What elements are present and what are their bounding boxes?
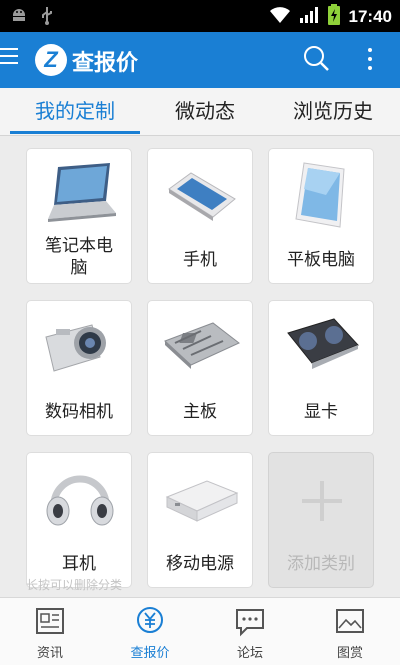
category-label: 数码相机 [45,402,113,422]
tablet-icon [282,159,362,229]
add-category-button[interactable]: 添加类别 [268,452,374,588]
category-card-headphones[interactable]: 耳机 [26,452,132,588]
delete-hint: 长按可以删除分类 [26,578,123,592]
category-label: 耳机 [62,554,96,574]
category-card-power-bank[interactable]: 移动电源 [147,452,253,588]
tab-micro-feed[interactable]: 微动态 [140,88,270,136]
category-card-laptop[interactable]: 笔记本电脑 [26,148,132,284]
battery-charging-icon [327,4,341,30]
nav-label: 资讯 [36,646,63,661]
power-bank-icon [161,463,241,533]
gallery-icon [335,606,365,638]
tab-my-custom[interactable]: 我的定制 [10,88,140,136]
nav-news[interactable]: 资讯 [0,598,100,665]
status-time: 17:40 [348,7,392,26]
menu-icon[interactable] [0,48,22,72]
news-icon [35,606,65,638]
plus-icon [302,481,342,521]
motherboard-icon [161,311,241,381]
nav-label: 论坛 [236,646,263,661]
status-bar: 17:40 [0,0,400,32]
price-icon [135,606,165,638]
laptop-icon [40,159,120,229]
more-options-icon[interactable] [366,48,374,75]
wifi-icon [269,6,291,28]
phone-icon [161,159,241,229]
app-logo: Z [35,44,67,76]
graphics-card-icon [282,311,362,381]
category-card-camera[interactable]: 数码相机 [26,300,132,436]
app-bar: Z 查报价 [0,32,400,88]
category-card-graphics-card[interactable]: 显卡 [268,300,374,436]
category-card-phone[interactable]: 手机 [147,148,253,284]
nav-price[interactable]: 查报价 [100,598,200,665]
category-label: 笔记本电脑 [45,236,113,278]
category-card-tablet[interactable]: 平板电脑 [268,148,374,284]
nav-gallery[interactable]: 图赏 [300,598,400,665]
usb-icon [40,6,54,30]
category-grid: 笔记本电脑 手机 平板电脑 数码相机 主板 显卡 耳机 移动电源 添加类别 [0,136,400,596]
category-card-motherboard[interactable]: 主板 [147,300,253,436]
forum-icon [235,606,265,638]
add-category-label: 添加类别 [287,554,355,574]
category-label: 平板电脑 [287,250,355,270]
headphones-icon [40,463,120,533]
signal-icon [299,6,319,28]
category-label: 主板 [183,402,217,422]
category-label: 移动电源 [166,554,234,574]
category-label: 显卡 [304,402,338,422]
search-icon[interactable] [302,44,330,76]
nav-forum[interactable]: 论坛 [200,598,300,665]
nav-label: 查报价 [130,646,170,661]
android-debug-icon [10,6,28,30]
bottom-nav: 资讯 查报价 论坛 图赏 [0,597,400,665]
category-label: 手机 [183,250,217,270]
nav-label: 图赏 [336,646,363,661]
camera-icon [40,311,120,381]
tab-history[interactable]: 浏览历史 [268,88,398,136]
app-title: 查报价 [72,51,139,76]
tab-bar: 我的定制 微动态 浏览历史 [0,88,400,136]
